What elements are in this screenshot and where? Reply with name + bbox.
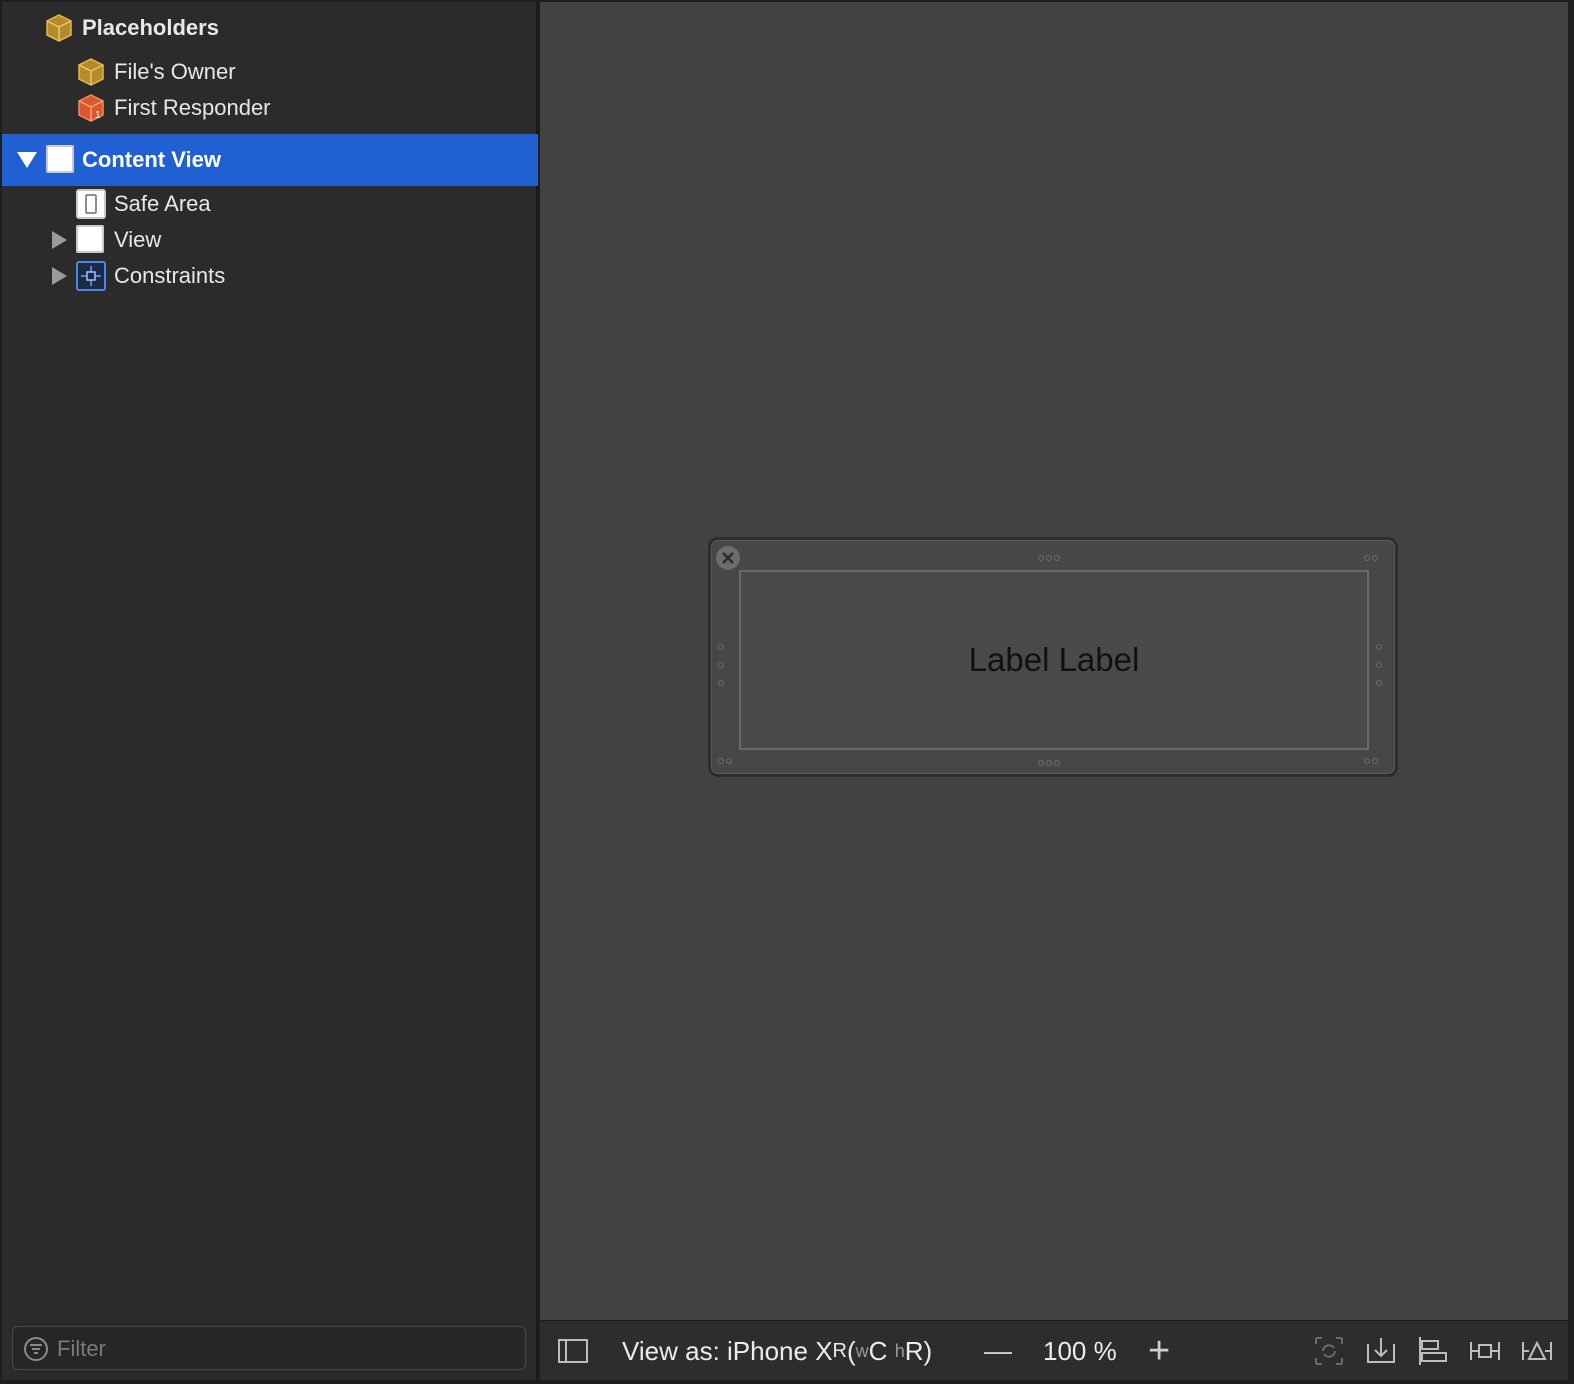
outline-label-safe-area: Safe Area <box>114 191 211 216</box>
constraints-icon <box>76 261 106 291</box>
width-class-prefix: w <box>855 1340 869 1361</box>
content-view[interactable]: Label Label <box>739 570 1369 750</box>
update-frames-button[interactable] <box>1312 1321 1346 1381</box>
outline-label-files-owner: File's Owner <box>114 59 236 84</box>
outline-label-placeholders: Placeholders <box>82 15 219 40</box>
sidebar-toggle-icon <box>558 1339 588 1363</box>
pin-icon <box>1470 1342 1500 1360</box>
resolve-issues-icon <box>1522 1340 1552 1360</box>
outline-label-first-responder: First Responder <box>114 95 271 120</box>
canvas-bottom-bar: View as: iPhone XR (w C h R) — 100 % + <box>540 1320 1568 1380</box>
view-as-paren-open: ( <box>847 1335 856 1366</box>
embed-in-icon <box>1367 1338 1395 1363</box>
outline-row-constraints[interactable]: Constraints <box>2 256 538 296</box>
outline-row-placeholders[interactable]: Placeholders <box>2 8 538 48</box>
outline-row-view[interactable]: View <box>2 220 538 260</box>
view-as-label: View as: iPhone X <box>622 1335 833 1366</box>
close-icon[interactable] <box>716 546 740 570</box>
zoom-in-icon: + <box>1148 1329 1171 1372</box>
toggle-outline-button[interactable] <box>556 1321 590 1381</box>
safe-area-icon <box>76 189 106 219</box>
resize-handle-left[interactable] <box>717 638 727 692</box>
update-frames-icon <box>1315 1337 1343 1365</box>
view-icon <box>46 145 76 175</box>
height-class-prefix: h <box>894 1340 905 1361</box>
resize-handle-top-right[interactable] <box>1363 549 1379 567</box>
view-as-model-suffix: R <box>832 1339 847 1362</box>
resize-handle-bottom[interactable] <box>1037 754 1061 772</box>
filter-icon[interactable] <box>23 1336 49 1362</box>
document-outline: Placeholders File's Owner 1 First Respon… <box>2 2 538 1380</box>
disclosure-collapsed-icon[interactable] <box>48 265 70 287</box>
view-icon <box>76 225 106 255</box>
outline-row-safe-area[interactable]: Safe Area <box>2 184 538 224</box>
width-class: C <box>868 1335 888 1366</box>
zoom-out-icon: — <box>984 1335 1012 1366</box>
resize-handle-right[interactable] <box>1375 638 1385 692</box>
zoom-out-button[interactable]: — <box>984 1321 1012 1381</box>
resolve-issues-button[interactable] <box>1520 1321 1554 1381</box>
add-constraints-button[interactable] <box>1468 1321 1502 1381</box>
filter-input[interactable] <box>57 1333 517 1365</box>
cube-icon <box>46 14 72 42</box>
embed-in-button[interactable] <box>1364 1321 1398 1381</box>
zoom-level[interactable]: 100 % <box>1043 1321 1117 1381</box>
outline-filter[interactable] <box>12 1326 526 1370</box>
resize-handle-bottom-left[interactable] <box>717 752 733 770</box>
zoom-level-text: 100 % <box>1043 1335 1117 1366</box>
disclosure-expanded-icon[interactable] <box>16 149 38 171</box>
view-as-button[interactable]: View as: iPhone XR (w C h R) <box>622 1321 932 1381</box>
svg-text:1: 1 <box>95 110 101 121</box>
outline-row-files-owner[interactable]: File's Owner <box>2 52 538 92</box>
zoom-in-button[interactable]: + <box>1148 1321 1170 1381</box>
interface-builder-canvas[interactable]: Label Label <box>540 2 1568 1320</box>
height-class: R <box>904 1335 924 1366</box>
align-button[interactable] <box>1416 1321 1450 1381</box>
outline-row-first-responder[interactable]: 1 First Responder <box>2 88 538 128</box>
outline-label-view: View <box>114 227 162 252</box>
cube-icon <box>78 58 104 86</box>
responder-cube-icon: 1 <box>78 94 104 122</box>
label-element[interactable]: Label Label <box>741 572 1367 748</box>
resize-handle-top[interactable] <box>1037 549 1061 567</box>
align-icon <box>1419 1337 1447 1365</box>
disclosure-collapsed-icon[interactable] <box>48 229 70 251</box>
content-view-scene[interactable]: Label Label <box>708 537 1398 777</box>
outline-label-content-view: Content View <box>82 147 221 172</box>
outline-label-constraints: Constraints <box>114 263 226 288</box>
view-as-paren-close: ) <box>923 1335 933 1366</box>
resize-handle-bottom-right[interactable] <box>1363 752 1379 770</box>
outline-row-content-view[interactable]: Content View <box>2 134 538 186</box>
